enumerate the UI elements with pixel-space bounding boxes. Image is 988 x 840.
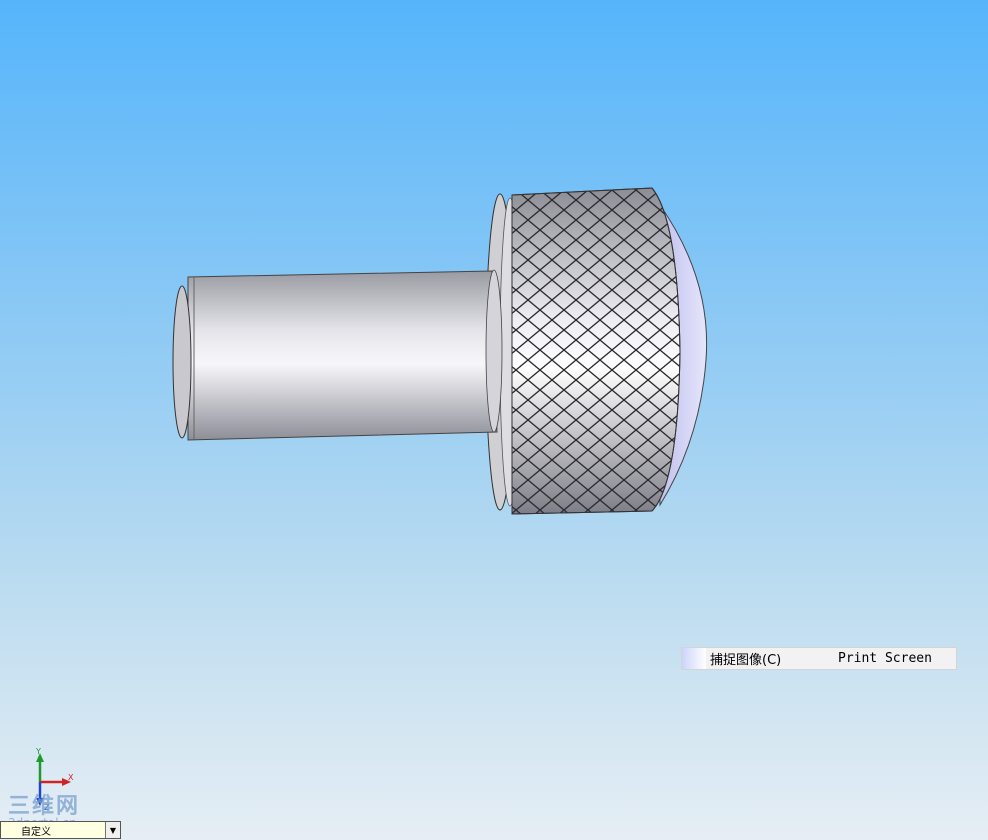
knurled-knob-model[interactable]	[0, 0, 988, 840]
menu-item-shortcut: Print Screen	[838, 651, 932, 666]
menu-icon-strip	[682, 648, 706, 669]
shaft-body	[187, 270, 498, 441]
orientation-triad: Y X Z	[35, 748, 74, 812]
triad-y-label: Y	[35, 748, 41, 756]
view-orientation-select[interactable]: 自定义 ▼	[0, 821, 121, 839]
chevron-down-icon[interactable]: ▼	[105, 822, 120, 838]
menu-item-capture-image[interactable]: 捕捉图像(C)	[710, 649, 826, 668]
context-menu: 捕捉图像(C) Print Screen	[681, 647, 957, 670]
triad-z-label: Z	[44, 803, 50, 812]
view-orientation-value: 自定义	[21, 826, 51, 838]
triad-x-label: X	[68, 773, 74, 782]
graphics-viewport[interactable]	[0, 0, 988, 840]
shaft-end-face	[172, 285, 192, 439]
